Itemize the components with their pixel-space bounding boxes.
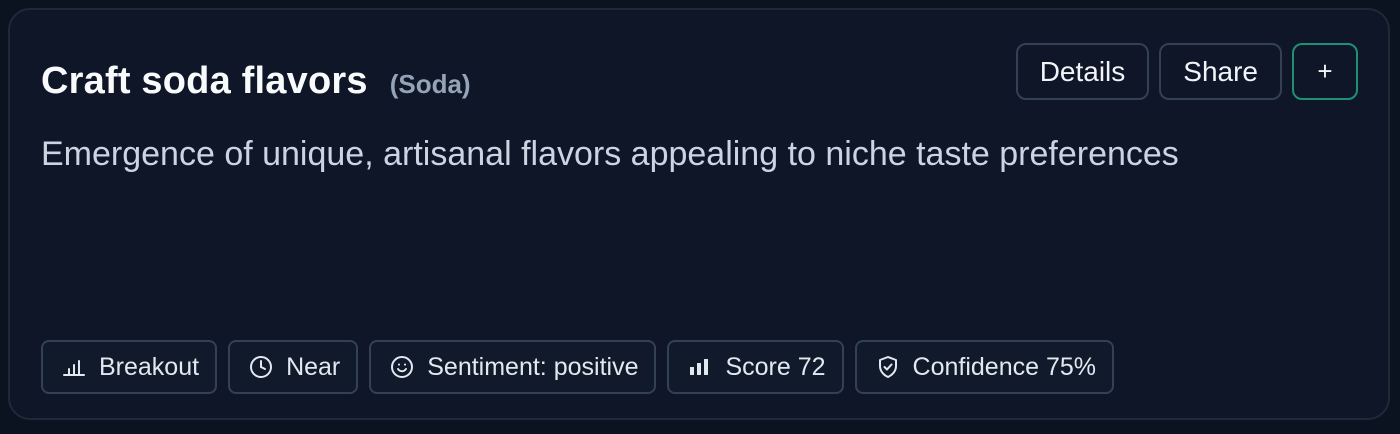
confidence-chip[interactable]: Confidence 75% [854, 340, 1114, 394]
bar-chart-icon [61, 354, 87, 380]
score-chip-label: Score 72 [725, 352, 826, 381]
horizon-chip-label: Near [286, 352, 341, 381]
stage-chip[interactable]: Breakout [41, 340, 218, 394]
confidence-chip-label: Confidence 75% [912, 352, 1096, 381]
metric-chips: Breakout Near Sentiment: positive Score … [41, 340, 1114, 394]
sentiment-chip[interactable]: Sentiment: positive [369, 340, 657, 394]
score-chip[interactable]: Score 72 [667, 340, 844, 394]
card-actions: Details Share + [1015, 43, 1358, 100]
horizon-chip[interactable]: Near [228, 340, 359, 394]
share-button[interactable]: Share [1159, 43, 1282, 100]
trend-card: Craft soda flavors (Soda) Details Share … [8, 8, 1390, 420]
trend-description: Emergence of unique, artisanal flavors a… [41, 135, 1179, 173]
signal-bars-icon [687, 354, 713, 380]
details-button[interactable]: Details [1015, 43, 1150, 100]
add-button[interactable]: + [1292, 43, 1358, 100]
sentiment-chip-label: Sentiment: positive [427, 352, 639, 381]
clock-icon [248, 354, 274, 380]
title-row: Craft soda flavors (Soda) [41, 60, 471, 103]
smile-icon [389, 354, 415, 380]
stage-chip-label: Breakout [99, 352, 200, 381]
shield-check-icon [875, 354, 901, 380]
trend-category: (Soda) [389, 69, 471, 99]
trend-title: Craft soda flavors [41, 60, 368, 102]
